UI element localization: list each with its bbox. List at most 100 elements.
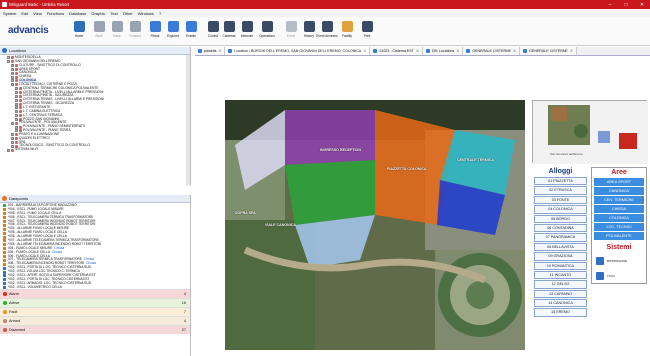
tab-3[interactable]: DB: Locations ✕ [422,47,464,55]
ribbon-button-11[interactable]: Event [282,20,300,44]
menu-item-4[interactable]: Database [69,11,86,16]
menu-item-7[interactable]: Other [123,11,133,16]
menu-item-9[interactable]: ? [159,11,161,16]
expand-toggle-icon[interactable]: + [15,106,18,110]
expand-toggle-icon[interactable]: + [11,137,14,141]
tab-close-icon[interactable]: ✕ [570,49,573,53]
tab-4[interactable]: GENERALE CISTERNE ✕ [463,47,521,55]
map-label-centrale[interactable]: CENTRALE TERMICA [457,158,494,162]
alloggio-button[interactable]: 01 PIAZZETTA [534,177,587,186]
area-button[interactable]: AREA SPORT [594,178,644,186]
expand-toggle-icon[interactable]: + [11,75,14,79]
menu-item-3[interactable]: Functions [47,11,64,16]
tab-1[interactable]: Location / BORGHI DELL'EREMO, SAN GIOVAN… [225,47,371,55]
tab-2[interactable]: 21023 - Cisterna EST ✕ [370,47,423,55]
ribbon-button-9[interactable]: Intercom [238,20,256,44]
alloggio-button[interactable]: 09 GRAZIOSA [534,252,587,261]
expand-toggle-icon[interactable]: + [15,98,18,102]
alloggio-button[interactable]: 02 ETRUSCA [534,186,587,195]
expand-toggle-icon[interactable]: + [15,117,18,121]
status-row-disarmed[interactable]: Disarmed 27 [0,325,190,334]
expand-toggle-icon[interactable]: + [15,114,18,118]
alloggio-button[interactable]: 10 ROMANTICA [534,261,587,270]
system-button[interactable]: TVCC [592,268,646,283]
ribbon-button-0[interactable]: Home [70,20,88,44]
alloggio-button[interactable]: 05 BORGO [534,214,587,223]
maximize-button[interactable]: □ [618,0,634,9]
minimize-button[interactable]: – [602,0,618,9]
expand-toggle-icon[interactable]: + [11,133,14,137]
ribbon-button-2[interactable]: Base [108,20,126,44]
expand-toggle-icon[interactable]: + [11,121,14,125]
expand-toggle-icon[interactable]: + [11,144,14,148]
menu-item-2[interactable]: View [33,11,42,16]
expand-toggle-icon[interactable]: + [11,64,14,68]
ribbon-button-4[interactable]: Filtros [146,20,164,44]
expand-toggle-icon[interactable]: + [15,87,18,91]
tab-5[interactable]: GENERALE CISTERNE ✕ [520,47,577,55]
alloggio-button[interactable]: 06 CONTADINA [534,223,587,233]
ribbon-button-12[interactable]: History [300,20,318,44]
expand-toggle-icon[interactable]: + [7,148,10,152]
expand-toggle-icon[interactable]: + [7,56,10,60]
map-label-piazzetta[interactable]: PIAZZETTA COLONICA [387,167,427,171]
alloggio-button[interactable]: 03 FONTE [534,195,587,205]
alloggio-button[interactable]: 08 BELLAVISTA [534,242,587,252]
expand-toggle-icon[interactable]: + [11,71,14,75]
area-button[interactable]: CHIESA [594,205,644,213]
ribbon-button-14[interactable]: Facility [338,20,356,44]
menu-item-1[interactable]: Edit [21,11,28,16]
expand-toggle-icon[interactable]: + [11,67,14,71]
system-button[interactable]: BITRONSONE [592,253,646,268]
map-label-sopra-spa[interactable]: SOPRA SPA [235,211,256,215]
expand-toggle-icon[interactable]: + [15,129,18,133]
alloggio-button[interactable]: 12 GELSO [534,280,587,289]
expand-toggle-icon[interactable]: + [15,125,18,129]
status-row-armed[interactable]: Armed 4 [0,316,190,325]
ribbon-button-10[interactable]: Operations [258,20,276,44]
alloggio-button[interactable]: 14 CANONICA [534,299,587,308]
area-button[interactable]: CEN. TERMICHE [594,196,644,204]
menu-item-0[interactable]: System [3,11,16,16]
alloggio-button[interactable]: 04 COLONICA [534,205,587,214]
tree-item[interactable]: + SISTEMA WI-FI [3,147,190,152]
ribbon-button-5[interactable]: Explorer [164,20,182,44]
status-row-active[interactable]: Active 16 [0,298,190,307]
expand-toggle-icon[interactable]: + [11,140,14,144]
tab-close-icon[interactable]: ✕ [456,49,459,53]
map-label-ingresso[interactable]: INGRESSO RECEPTION [320,148,361,152]
expand-toggle-icon[interactable]: + [15,91,18,95]
ribbon-button-6[interactable]: Events [182,20,200,44]
tree-scrollbar[interactable] [186,55,190,185]
expand-toggle-icon[interactable]: + [15,94,18,98]
ribbon-button-3[interactable]: Forward [126,20,144,44]
menu-item-5[interactable]: Graphic [91,11,105,16]
map-label-viale[interactable]: VIALE CANONICA [265,223,296,227]
expand-toggle-icon[interactable]: + [11,83,14,87]
status-row-fault[interactable]: Fault 7 [0,307,190,316]
tab-0[interactable]: planetis ✕ [195,47,226,55]
alloggio-button[interactable]: 11 INCANTO [534,270,587,280]
ribbon-button-15[interactable]: Print [358,20,376,44]
close-button[interactable]: ✕ [634,0,650,9]
tab-close-icon[interactable]: ✕ [513,49,516,53]
alloggio-button[interactable]: 13 CAPANNO [534,289,587,299]
area-button[interactable]: LOC. TECNICI [594,223,644,231]
tab-close-icon[interactable]: ✕ [218,49,221,53]
expand-toggle-icon[interactable]: + [7,60,10,64]
expand-toggle-icon[interactable]: + [15,110,18,114]
menu-item-8[interactable]: Windows [138,11,154,16]
expand-toggle-icon[interactable]: + [15,102,18,106]
area-button[interactable]: COLONICA [594,214,644,222]
area-button[interactable]: POLIVALENTE [594,232,644,240]
alloggio-button[interactable]: 15 EREMO [534,308,587,317]
tab-close-icon[interactable]: ✕ [363,49,366,53]
ribbon-button-1[interactable]: Back [90,20,108,44]
tab-close-icon[interactable]: ✕ [416,49,419,53]
menu-item-6[interactable]: Test [110,11,117,16]
area-button[interactable]: CANONICA [594,187,644,195]
status-row-alarm[interactable]: Alarm 4 [0,289,190,298]
ribbon-button-8[interactable]: Cameras [220,20,238,44]
alloggio-button[interactable]: 07 PANORAMICA [534,233,587,242]
expand-toggle-icon[interactable]: + [11,79,14,83]
